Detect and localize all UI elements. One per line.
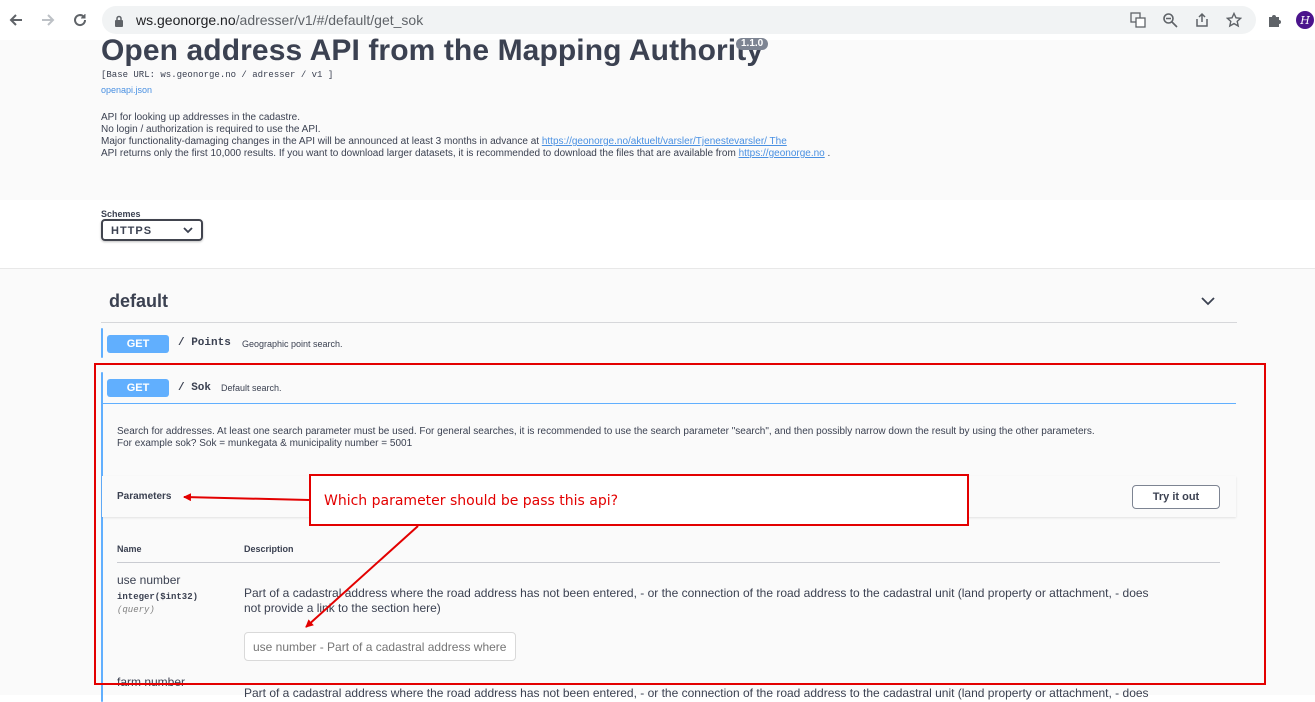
param-description-line1: Part of a cadastral address where the ro…: [244, 686, 1149, 700]
openapi-json-link[interactable]: openapi.json: [101, 85, 152, 95]
tag-divider: [101, 322, 1237, 323]
reload-icon[interactable]: [68, 8, 92, 32]
method-badge-get: GET: [107, 335, 169, 353]
bookmark-star-icon[interactable]: [1224, 10, 1244, 30]
profile-avatar-icon[interactable]: H: [1295, 10, 1315, 30]
operation-path: / Points: [178, 337, 231, 349]
schemes-select[interactable]: HTTPS: [101, 219, 203, 241]
version-badge: 1.1.0: [736, 38, 769, 50]
chevron-down-icon: [183, 227, 193, 234]
info-description-line1: API for looking up addresses in the cada…: [101, 112, 301, 123]
tag-collapse-chevron-icon[interactable]: [1200, 294, 1216, 312]
url-text: ws.geonorge.no/adresser/v1/#/default/get…: [136, 12, 424, 28]
extensions-puzzle-icon[interactable]: [1264, 10, 1284, 30]
geonorge-link[interactable]: https://geonorge.no: [739, 148, 825, 159]
info-description-line3: Major functionality-damaging changes in …: [101, 136, 787, 147]
translate-icon[interactable]: [1128, 10, 1148, 30]
info-description-line2: No login / authorization is required to …: [101, 124, 321, 135]
schemes-label: Schemes: [101, 209, 141, 219]
zoom-icon[interactable]: [1160, 10, 1180, 30]
tjenestevarsler-link[interactable]: https://geonorge.no/aktuelt/varsler/Tjen…: [542, 136, 787, 147]
tag-default-title[interactable]: default: [109, 291, 168, 312]
share-icon[interactable]: [1192, 10, 1212, 30]
back-arrow-icon[interactable]: [4, 8, 28, 32]
svg-text:H: H: [1299, 14, 1310, 27]
address-bar[interactable]: ws.geonorge.no/adresser/v1/#/default/get…: [102, 6, 1256, 34]
api-title: Open address API from the Mapping Author…: [101, 34, 764, 67]
base-url: [Base URL: ws.geonorge.no / adresser / v…: [101, 70, 334, 80]
info-description-line4: API returns only the first 10,000 result…: [101, 148, 831, 159]
lock-icon[interactable]: [114, 14, 124, 32]
schemes-selected-value: HTTPS: [111, 225, 153, 237]
operation-summary: Geographic point search.: [242, 339, 343, 349]
opblock-get-points[interactable]: GET / Points Geographic point search.: [101, 328, 343, 358]
forward-arrow-icon[interactable]: [36, 8, 60, 32]
annotation-note-text: Which parameter should be pass this api?: [324, 493, 619, 509]
